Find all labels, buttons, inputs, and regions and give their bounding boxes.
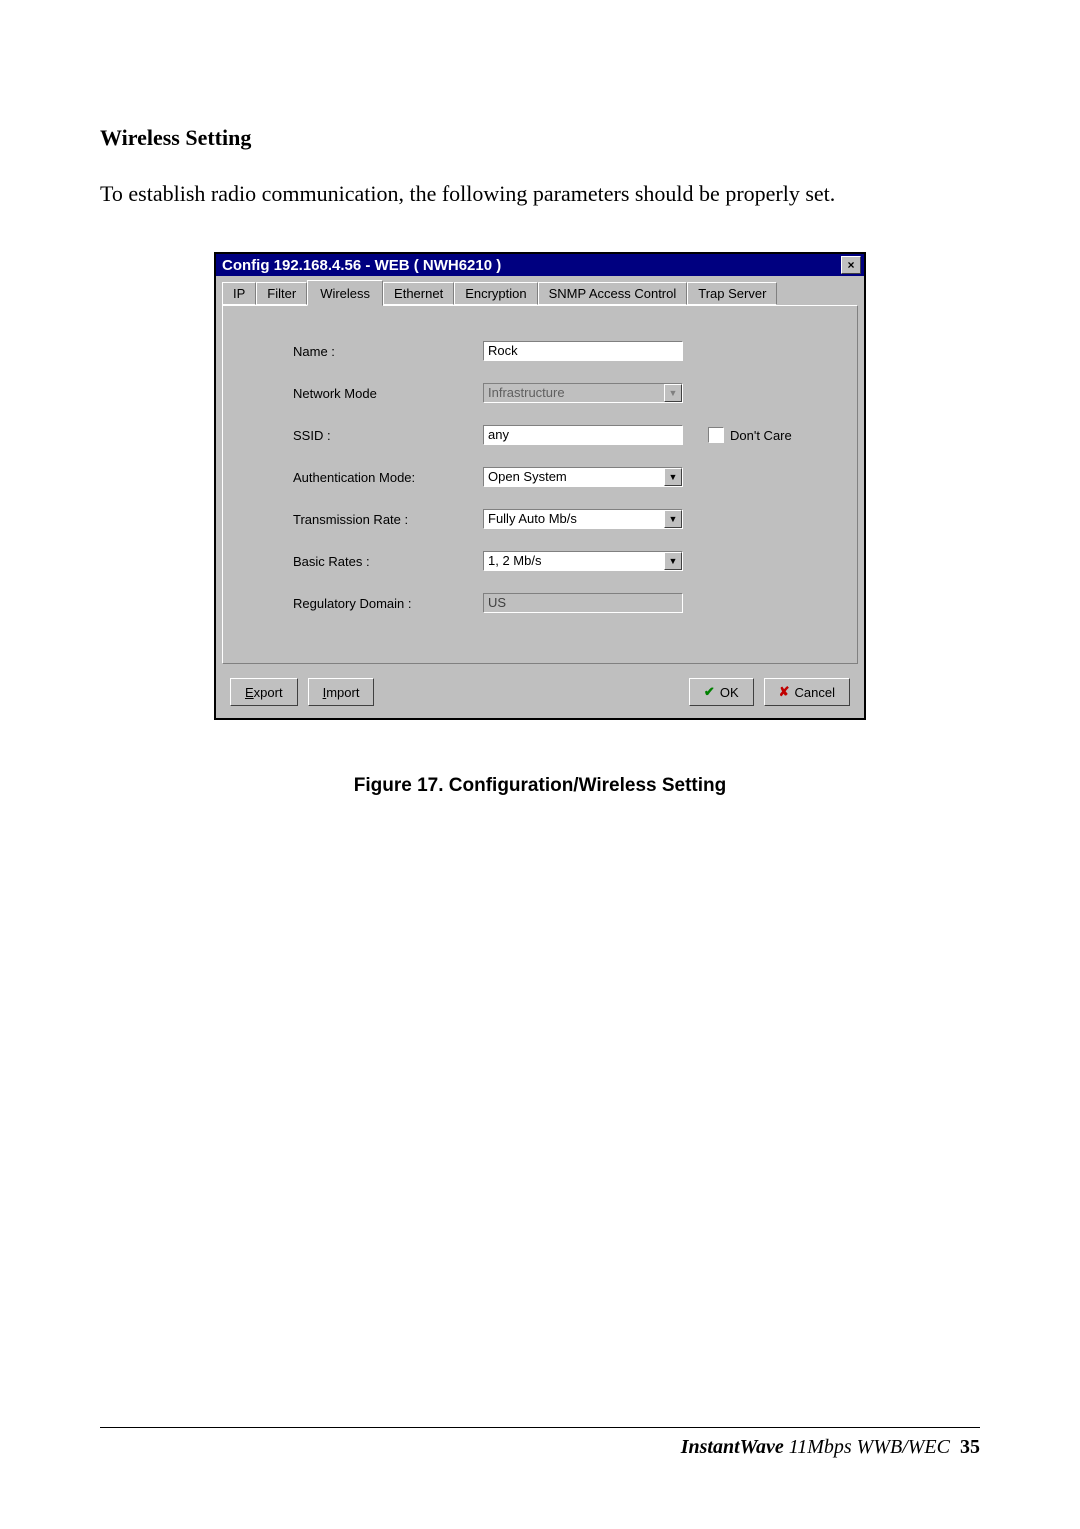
intro-paragraph: To establish radio communication, the fo… (100, 181, 980, 207)
close-icon[interactable]: × (841, 256, 861, 274)
footer-brand-bold: InstantWave (681, 1436, 784, 1458)
figure-caption: Figure 17. Configuration/Wireless Settin… (100, 775, 980, 797)
footer-page-number: 35 (960, 1436, 980, 1458)
import-button[interactable]: Import (308, 678, 375, 706)
ssid-label: SSID : (243, 428, 483, 443)
basic-rates-value: 1, 2 Mb/s (484, 552, 664, 570)
config-dialog: Config 192.168.4.56 - WEB ( NWH6210 ) × … (214, 252, 866, 720)
ok-button[interactable]: ✔ OK (689, 678, 754, 706)
network-mode-select: Infrastructure ▼ (483, 383, 683, 403)
network-mode-label: Network Mode (243, 386, 483, 401)
ok-label: OK (720, 685, 739, 700)
checkbox-icon (708, 427, 724, 443)
network-mode-value: Infrastructure (484, 384, 664, 402)
dont-care-label: Don't Care (730, 428, 792, 443)
dialog-title: Config 192.168.4.56 - WEB ( NWH6210 ) (222, 257, 501, 274)
check-icon: ✔ (704, 684, 715, 700)
cancel-button[interactable]: ✘ Cancel (764, 678, 850, 706)
name-input[interactable]: Rock (483, 341, 683, 361)
chevron-down-icon[interactable]: ▼ (664, 510, 682, 528)
tab-strip: IP Filter Wireless Ethernet Encryption S… (216, 276, 864, 305)
dont-care-checkbox[interactable]: Don't Care (708, 427, 792, 443)
tab-encryption[interactable]: Encryption (454, 282, 537, 305)
tab-trap-server[interactable]: Trap Server (687, 282, 777, 305)
tab-ip[interactable]: IP (222, 282, 256, 305)
reg-domain-value: US (483, 593, 683, 613)
tab-wireless[interactable]: Wireless (307, 280, 383, 306)
tx-rate-label: Transmission Rate : (243, 512, 483, 527)
dialog-button-row: Export Import ✔ OK ✘ Cancel (216, 672, 864, 718)
tab-ethernet[interactable]: Ethernet (383, 282, 454, 305)
ssid-input[interactable]: any (483, 425, 683, 445)
x-icon: ✘ (779, 684, 790, 700)
auth-mode-select[interactable]: Open System ▼ (483, 467, 683, 487)
dialog-titlebar: Config 192.168.4.56 - WEB ( NWH6210 ) × (216, 254, 864, 276)
chevron-down-icon[interactable]: ▼ (664, 552, 682, 570)
reg-domain-label: Regulatory Domain : (243, 596, 483, 611)
export-label-rest: xport (254, 685, 283, 700)
page-footer: InstantWave 11Mbps WWB/WEC 35 (100, 1427, 980, 1459)
tab-filter[interactable]: Filter (256, 282, 307, 305)
footer-brand-rest: 11Mbps WWB/WEC (784, 1436, 950, 1458)
chevron-down-icon[interactable]: ▼ (664, 468, 682, 486)
basic-rates-label: Basic Rates : (243, 554, 483, 569)
auth-mode-label: Authentication Mode: (243, 470, 483, 485)
import-label-rest: mport (326, 685, 359, 700)
chevron-down-icon: ▼ (664, 384, 682, 402)
tx-rate-value: Fully Auto Mb/s (484, 510, 664, 528)
tx-rate-select[interactable]: Fully Auto Mb/s ▼ (483, 509, 683, 529)
basic-rates-select[interactable]: 1, 2 Mb/s ▼ (483, 551, 683, 571)
name-label: Name : (243, 344, 483, 359)
section-heading: Wireless Setting (100, 125, 980, 151)
cancel-label: Cancel (795, 685, 835, 700)
auth-mode-value: Open System (484, 468, 664, 486)
tab-snmp-access-control[interactable]: SNMP Access Control (538, 282, 688, 305)
wireless-tab-panel: Name : Rock Network Mode Infrastructure … (222, 305, 858, 664)
export-button[interactable]: Export (230, 678, 298, 706)
